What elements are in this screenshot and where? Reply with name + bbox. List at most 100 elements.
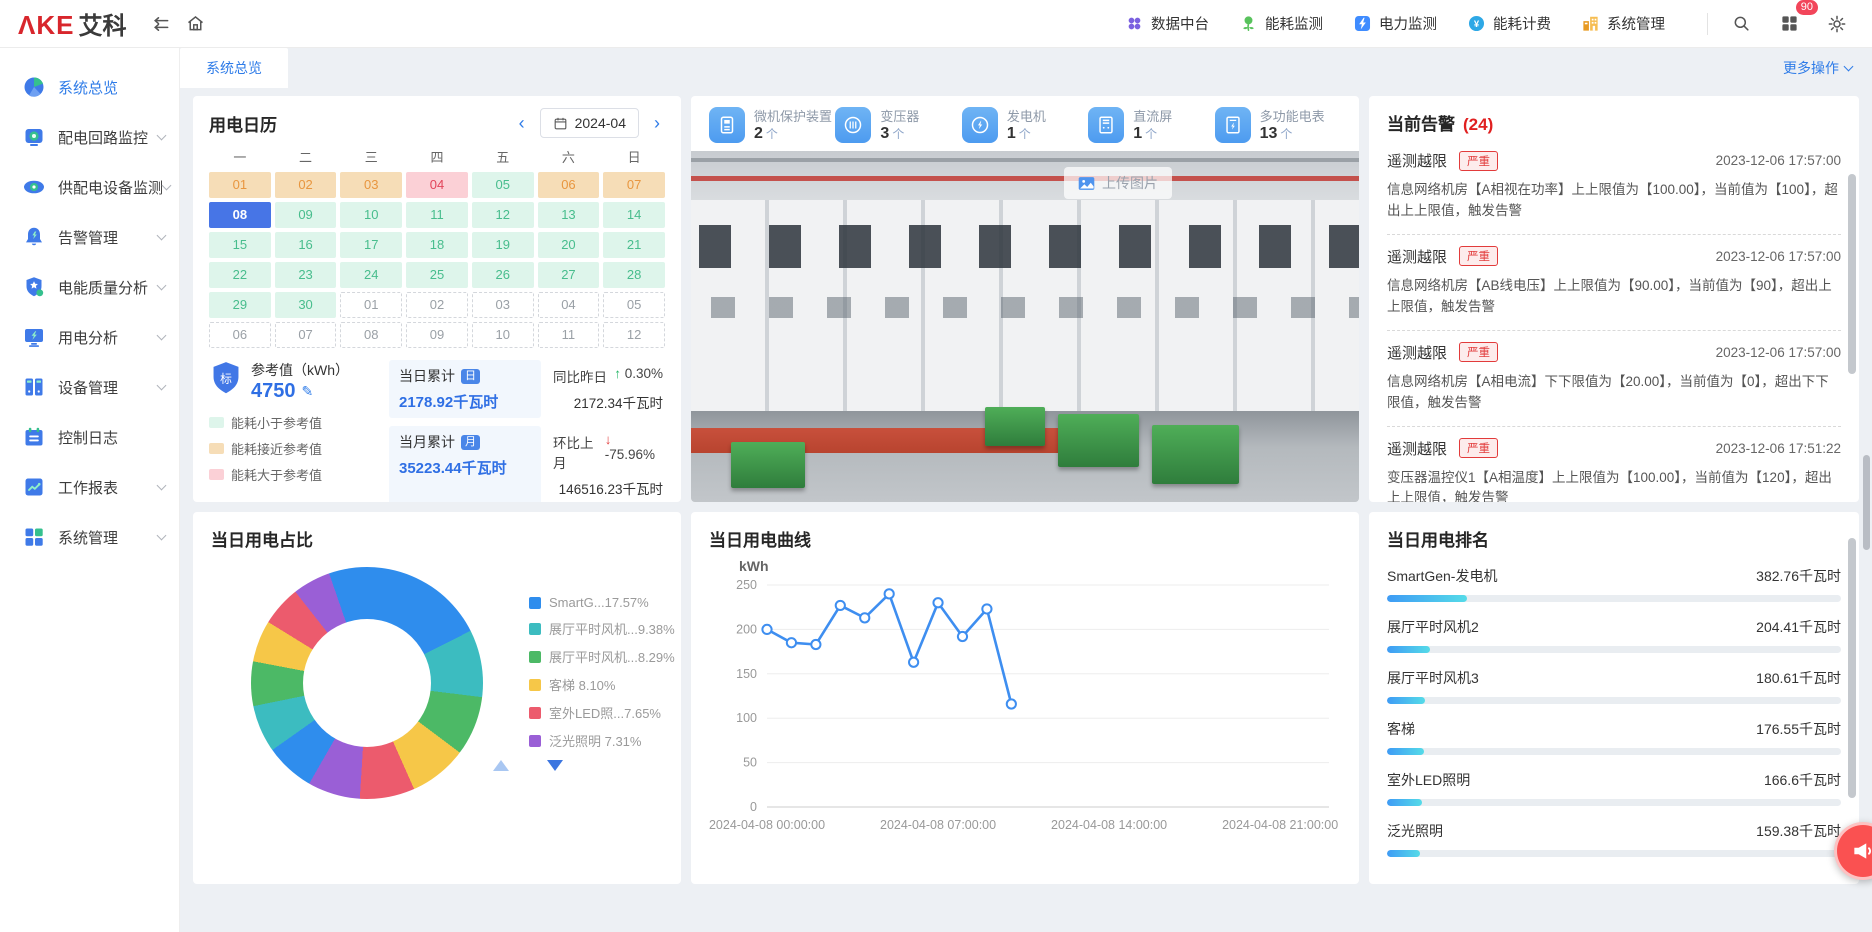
calendar-day[interactable]: 04 — [538, 292, 600, 318]
calendar-day[interactable]: 13 — [538, 202, 600, 228]
calendar-day[interactable]: 09 — [406, 322, 468, 348]
sidebar-item-label: 告警管理 — [58, 227, 158, 248]
topnav-item[interactable]: ¥能耗计费 — [1467, 13, 1551, 34]
next-month-button[interactable]: › — [649, 113, 665, 134]
calendar-day[interactable]: 05 — [603, 292, 665, 318]
calendar-title: 用电日历 — [209, 111, 277, 136]
calendar-day[interactable]: 25 — [406, 262, 468, 288]
month-picker[interactable]: 2024-04 — [540, 108, 639, 138]
calendar-day[interactable]: 10 — [472, 322, 534, 348]
sidebar-item[interactable]: 系统总览 — [0, 62, 179, 112]
calendar-day[interactable]: 29 — [209, 292, 271, 318]
alarm-item[interactable]: 遥测越限严重2023-12-06 17:51:22变压器温控仪1【A相温度】上上… — [1387, 427, 1841, 502]
calendar-day[interactable]: 06 — [209, 322, 271, 348]
calendar-day[interactable]: 24 — [340, 262, 402, 288]
calendar-day[interactable]: 03 — [340, 172, 402, 198]
calendar-day[interactable]: 07 — [603, 172, 665, 198]
calendar-day[interactable]: 22 — [209, 262, 271, 288]
sidebar-item[interactable]: 电能质量分析 — [0, 262, 179, 312]
calendar-day[interactable]: 18 — [406, 232, 468, 258]
topnav-item[interactable]: 能耗监测 — [1239, 13, 1323, 34]
alarm-item[interactable]: 遥测越限严重2023-12-06 17:57:00信息网络机房【AB线电压】上上… — [1387, 235, 1841, 331]
alarm-item[interactable]: 遥测越限严重2023-12-06 17:57:00信息网络机房【A相视在功率】上… — [1387, 139, 1841, 235]
calendar-day[interactable]: 09 — [275, 202, 337, 228]
sidebar-item[interactable]: 设备管理 — [0, 362, 179, 412]
collapse-sidebar-icon[interactable] — [144, 7, 178, 41]
calendar-day[interactable]: 08 — [209, 202, 271, 228]
sidebar-item[interactable]: 控制日志 — [0, 412, 179, 462]
calendar-day[interactable]: 14 — [603, 202, 665, 228]
chevron-down-icon — [162, 180, 172, 190]
calendar-day[interactable]: 17 — [340, 232, 402, 258]
alarm-message: 信息网络机房【A相电流】下下限值为【20.00】，当前值为【0】，超出下下限值，… — [1387, 372, 1841, 414]
search-icon[interactable] — [1724, 7, 1758, 41]
legend-page-down-button[interactable] — [547, 760, 563, 771]
calendar-day[interactable]: 12 — [603, 322, 665, 348]
weekday-header: 四 — [406, 148, 468, 168]
calendar-day[interactable]: 21 — [603, 232, 665, 258]
donut-legend-item[interactable]: 展厅平时风机...8.29% — [529, 647, 675, 666]
sidebar-item-label: 供配电设备监测 — [58, 177, 163, 198]
calendar-day[interactable]: 08 — [340, 322, 402, 348]
calendar-day[interactable]: 02 — [406, 292, 468, 318]
device-stat: 微机保护装置2个 — [709, 106, 835, 143]
usage-line-chart[interactable]: kWh0501001502002502024-04-08 00:00:00202… — [709, 555, 1345, 855]
usage-donut-chart[interactable] — [251, 567, 483, 799]
calendar-day[interactable]: 23 — [275, 262, 337, 288]
calendar-day[interactable]: 04 — [406, 172, 468, 198]
legend-page-up-button[interactable] — [493, 760, 509, 771]
home-icon[interactable] — [178, 7, 212, 41]
calendar-day[interactable]: 11 — [406, 202, 468, 228]
sidebar-item[interactable]: 告警管理 — [0, 212, 179, 262]
sidebar-item-label: 工作报表 — [58, 477, 158, 498]
settings-gear-icon[interactable] — [1820, 7, 1854, 41]
calendar-day[interactable]: 02 — [275, 172, 337, 198]
upload-image-button[interactable]: 上传图片 — [1064, 167, 1172, 199]
donut-legend-item[interactable]: 展厅平时风机...9.38% — [529, 619, 675, 638]
calendar-day[interactable]: 01 — [340, 292, 402, 318]
calendar-day[interactable]: 27 — [538, 262, 600, 288]
calendar-day[interactable]: 28 — [603, 262, 665, 288]
calendar-day[interactable]: 16 — [275, 232, 337, 258]
calendar-day[interactable]: 03 — [472, 292, 534, 318]
topnav-item[interactable]: 系统管理 — [1581, 13, 1665, 34]
calendar-day[interactable]: 06 — [538, 172, 600, 198]
calendar-day[interactable]: 01 — [209, 172, 271, 198]
topnav-item[interactable]: 数据中台 — [1125, 13, 1209, 34]
calendar-day[interactable]: 05 — [472, 172, 534, 198]
power-calendar-card: 用电日历 ‹ 2024-04 › 一二三四五六日0102030405060708… — [193, 96, 681, 502]
sidebar-item-label: 配电回路监控 — [58, 127, 158, 148]
donut-legend-item[interactable]: 泛光照明 7.31% — [529, 731, 675, 750]
sidebar-item[interactable]: 配电回路监控 — [0, 112, 179, 162]
sidebar-item[interactable]: 用电分析 — [0, 312, 179, 362]
calendar-day[interactable]: 20 — [538, 232, 600, 258]
tab-system-overview[interactable]: 系统总览 — [180, 48, 288, 88]
sidebar-item[interactable]: 工作报表 — [0, 462, 179, 512]
calendar-day[interactable]: 10 — [340, 202, 402, 228]
donut-legend-item[interactable]: 客梯 8.10% — [529, 675, 675, 694]
calendar-day[interactable]: 11 — [538, 322, 600, 348]
sidebar-item[interactable]: 系统管理 — [0, 512, 179, 562]
more-actions-link[interactable]: 更多操作 — [1783, 58, 1852, 78]
calendar-day[interactable]: 30 — [275, 292, 337, 318]
prev-month-button[interactable]: ‹ — [514, 113, 530, 134]
edit-reference-icon[interactable]: ✎ — [302, 383, 314, 400]
donut-legend-item[interactable]: 室外LED照...7.65% — [529, 703, 675, 722]
topnav-item[interactable]: 电力监测 — [1353, 13, 1437, 34]
calendar-day[interactable]: 15 — [209, 232, 271, 258]
sidebar-item[interactable]: 供配电设备监测 — [0, 162, 179, 212]
calendar-day[interactable]: 26 — [472, 262, 534, 288]
month-picker-value: 2024-04 — [575, 115, 626, 131]
calendar-day[interactable]: 07 — [275, 322, 337, 348]
app-logo[interactable]: ΛKE 艾科 — [18, 6, 126, 41]
calendar-legend: 能耗小于参考值能耗接近参考值能耗大于参考值 — [209, 413, 377, 484]
calendar-day[interactable]: 12 — [472, 202, 534, 228]
apps-grid-icon[interactable]: 90 — [1772, 7, 1806, 41]
legend-swatch — [209, 417, 224, 428]
alarm-item[interactable]: 遥测越限严重2023-12-06 17:57:00信息网络机房【A相电流】下下限… — [1387, 331, 1841, 427]
donut-legend-item[interactable]: SmartG...17.57% — [529, 595, 675, 610]
calendar-day[interactable]: 19 — [472, 232, 534, 258]
alarm-scrollbar[interactable] — [1848, 174, 1856, 374]
ranking-scrollbar[interactable] — [1848, 538, 1856, 798]
page-scrollbar[interactable] — [1863, 455, 1870, 550]
